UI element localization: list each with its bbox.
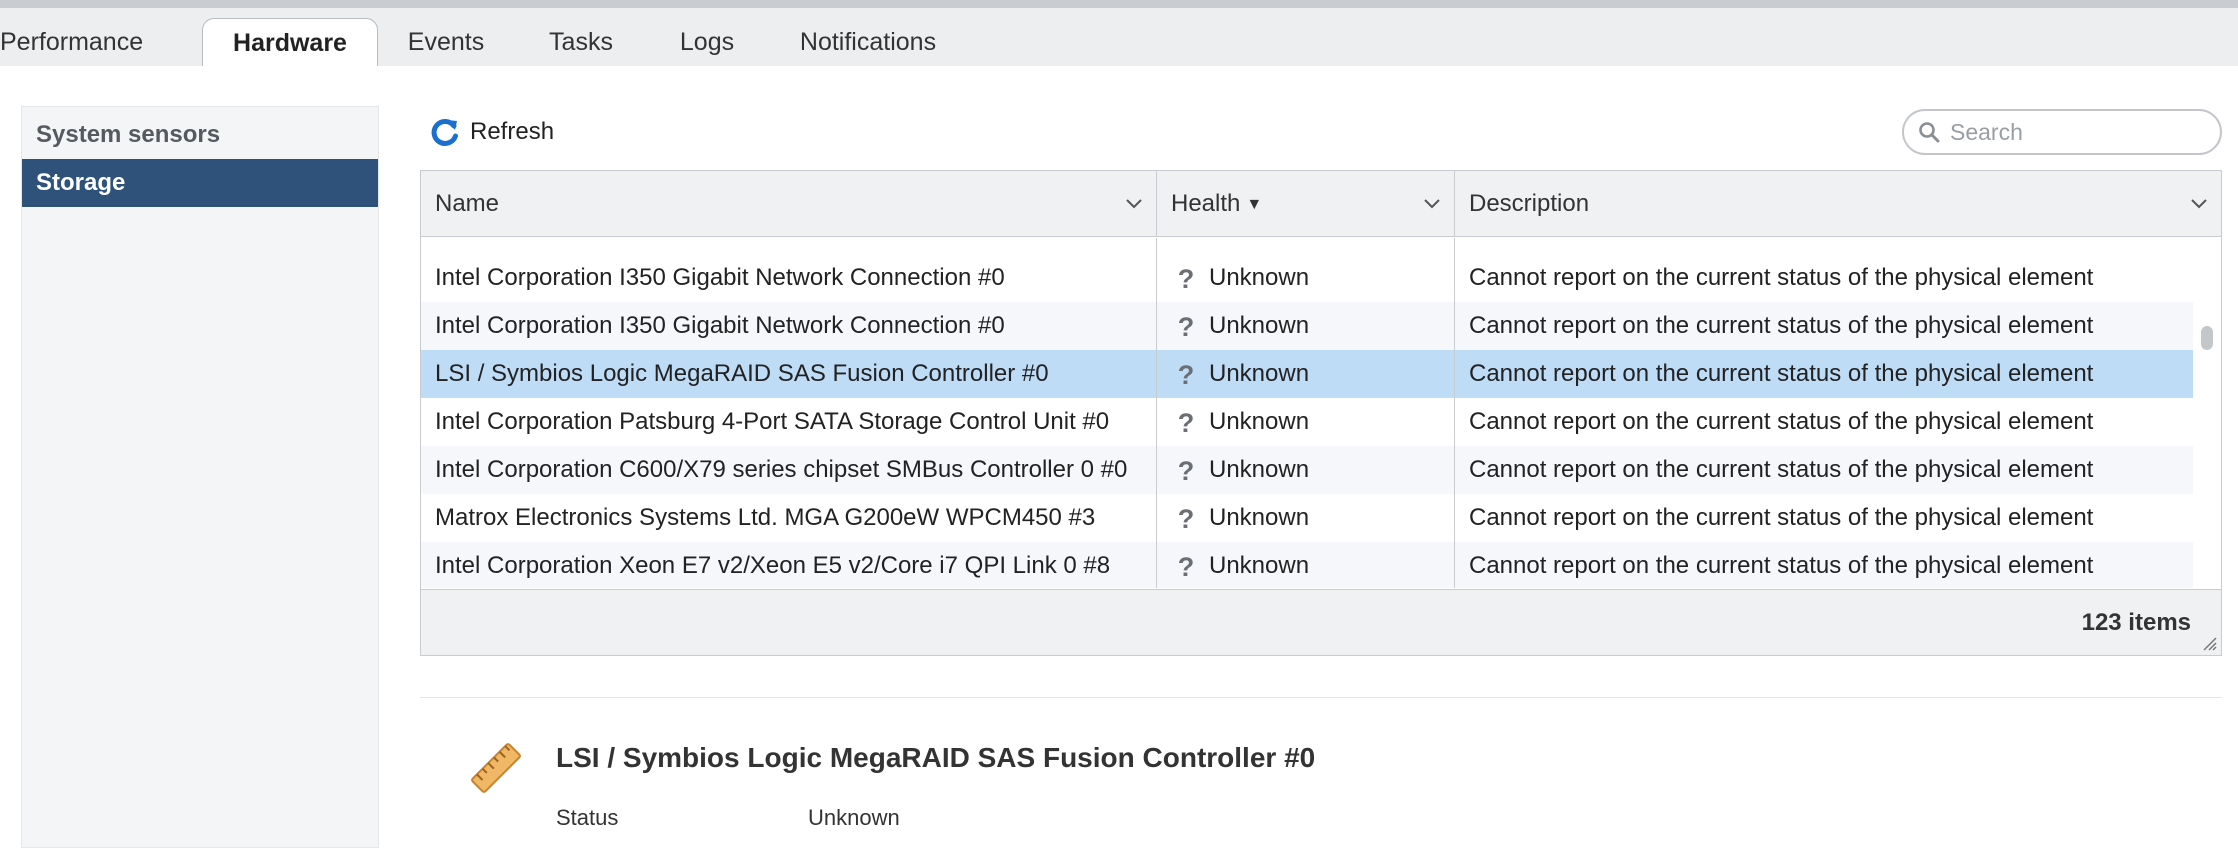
question-mark-icon: ?: [1177, 312, 1195, 342]
sidebar: System sensors Storage: [21, 106, 379, 848]
column-header-name-label: Name: [435, 190, 500, 217]
chevron-down-icon[interactable]: [2189, 193, 2209, 213]
cell-description: Cannot report on the current status of t…: [1469, 504, 2094, 531]
health-text: Unknown: [1209, 312, 1310, 339]
vertical-scrollbar[interactable]: [2193, 238, 2221, 588]
refresh-label: Refresh: [470, 118, 555, 145]
health-text: Unknown: [1209, 504, 1310, 531]
cell-health: ? Unknown: [1157, 446, 1455, 494]
question-mark-icon: ?: [1177, 552, 1195, 582]
refresh-icon: [431, 118, 458, 146]
tab-notifications[interactable]: Notifications: [790, 18, 946, 66]
tab-events[interactable]: Events: [392, 18, 500, 66]
question-mark-icon: ?: [1177, 360, 1195, 390]
table-row[interactable]: Matrox Electronics Systems Ltd. MGA G200…: [421, 494, 2193, 542]
tab-performance[interactable]: Performance: [0, 18, 143, 66]
search-icon: [1919, 122, 1940, 143]
health-text: Unknown: [1209, 408, 1310, 435]
scrollbar-thumb[interactable]: [2201, 326, 2213, 350]
cell-name: Intel Corporation C600/X79 series chipse…: [421, 446, 1157, 494]
detail-title: LSI / Symbios Logic MegaRAID SAS Fusion …: [556, 742, 1316, 773]
storage-grid: Name Health ▼ Description Intel Corporati…: [420, 170, 2222, 656]
column-header-description-label: Description: [1469, 190, 1590, 217]
health-text: Unknown: [1209, 456, 1310, 483]
cell-name: Intel Corporation Xeon E7 v2/Xeon E5 v2/…: [421, 542, 1157, 588]
chevron-down-icon[interactable]: [1422, 193, 1442, 213]
column-header-name[interactable]: Name: [421, 171, 1157, 237]
cell-name: Matrox Electronics Systems Ltd. MGA G200…: [421, 494, 1157, 542]
cell-description: Cannot report on the current status of t…: [1469, 552, 2094, 579]
resize-grip-icon[interactable]: [2201, 635, 2217, 651]
sort-descending-icon: ▼: [1246, 196, 1263, 213]
table-row-selected[interactable]: LSI / Symbios Logic MegaRAID SAS Fusion …: [421, 350, 2193, 398]
column-header-health-label: Health: [1171, 190, 1241, 217]
cell-health: ? Unknown: [1157, 350, 1455, 398]
cell-name: [421, 238, 1157, 254]
tab-bar: Performance Hardware Events Tasks Logs N…: [0, 8, 2238, 66]
status-value: Unknown: [808, 805, 900, 830]
cell-health: ? Unknown: [1157, 398, 1455, 446]
column-header-health[interactable]: Health ▼: [1157, 171, 1455, 237]
sidebar-item-storage[interactable]: Storage: [22, 159, 378, 207]
table-row[interactable]: Intel Corporation Xeon E7 v2/Xeon E5 v2/…: [421, 542, 2193, 588]
question-mark-icon: ?: [1177, 456, 1195, 486]
grid-header: Name Health ▼ Description: [421, 171, 2221, 237]
search-input[interactable]: [1948, 117, 2208, 147]
cell-name: Intel Corporation Patsburg 4-Port SATA S…: [421, 398, 1157, 446]
cell-health: [1157, 238, 1455, 254]
cell-description: Cannot report on the current status of t…: [1469, 264, 2094, 291]
cell-description: [1455, 238, 2193, 254]
table-row[interactable]: Intel Corporation Patsburg 4-Port SATA S…: [421, 398, 2193, 446]
search-box[interactable]: [1902, 109, 2222, 155]
column-header-description[interactable]: Description: [1455, 171, 2221, 237]
chevron-down-icon[interactable]: [1124, 193, 1144, 213]
sidebar-item-system-sensors[interactable]: System sensors: [22, 111, 378, 159]
cell-health: ? Unknown: [1157, 302, 1455, 350]
cell-name: Intel Corporation I350 Gigabit Network C…: [421, 254, 1157, 302]
cell-description: Cannot report on the current status of t…: [1469, 408, 2094, 435]
cell-description: Cannot report on the current status of t…: [1469, 456, 2094, 483]
refresh-button[interactable]: Refresh: [430, 112, 554, 152]
grid-body: Intel Corporation I350 Gigabit Network C…: [421, 238, 2193, 588]
table-row-partial[interactable]: [421, 238, 2193, 254]
cell-description: Cannot report on the current status of t…: [1469, 312, 2094, 339]
cell-name: LSI / Symbios Logic MegaRAID SAS Fusion …: [421, 350, 1157, 398]
tab-logs[interactable]: Logs: [672, 18, 742, 66]
status-label: Status: [556, 805, 619, 830]
item-count: 123 items: [2081, 609, 2191, 636]
health-text: Unknown: [1209, 552, 1310, 579]
section-divider: [420, 697, 2222, 698]
cell-description: Cannot report on the current status of t…: [1469, 360, 2094, 387]
health-text: Unknown: [1209, 360, 1310, 387]
table-row[interactable]: Intel Corporation I350 Gigabit Network C…: [421, 302, 2193, 350]
question-mark-icon: ?: [1177, 504, 1195, 534]
grid-footer: 123 items: [421, 589, 2221, 655]
tab-hardware[interactable]: Hardware: [202, 18, 378, 66]
tab-tasks[interactable]: Tasks: [536, 18, 626, 66]
ruler-icon: [471, 743, 521, 793]
cell-health: ? Unknown: [1157, 542, 1455, 588]
cell-health: ? Unknown: [1157, 254, 1455, 302]
cell-health: ? Unknown: [1157, 494, 1455, 542]
table-row[interactable]: Intel Corporation C600/X79 series chipse…: [421, 446, 2193, 494]
question-mark-icon: ?: [1177, 408, 1195, 438]
cell-name: Intel Corporation I350 Gigabit Network C…: [421, 302, 1157, 350]
table-row[interactable]: Intel Corporation I350 Gigabit Network C…: [421, 254, 2193, 302]
question-mark-icon: ?: [1177, 264, 1195, 294]
health-text: Unknown: [1209, 264, 1310, 291]
top-edge: [0, 0, 2238, 8]
